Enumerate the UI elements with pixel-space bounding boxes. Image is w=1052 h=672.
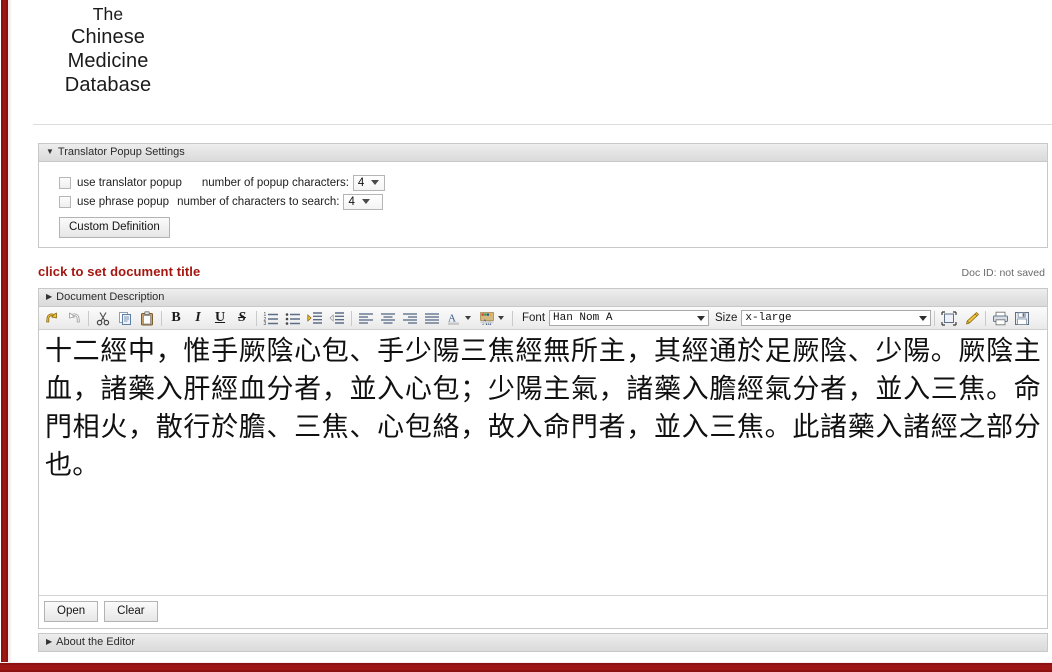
font-value: Han Nom A	[553, 312, 613, 324]
phrase-popup-option-row: use phrase popup number of characters to…	[59, 192, 1037, 211]
chevron-down-icon	[693, 311, 708, 325]
bulleted-list-icon[interactable]	[282, 308, 304, 329]
doc-id-status: Doc ID: not saved	[961, 267, 1045, 279]
save-icon[interactable]	[1011, 308, 1033, 329]
clear-button[interactable]: Clear	[104, 601, 158, 622]
text-color-dropdown-arrow[interactable]	[465, 316, 471, 320]
search-characters-label: number of characters to search:	[177, 195, 340, 208]
align-left-icon[interactable]	[355, 308, 377, 329]
editor-canvas[interactable]: 十二經中，惟手厥陰心包、手少陽三焦經無所主，其經通於足厥陰、少陽。厥陰主血，諸藥…	[39, 330, 1047, 595]
about-editor-header[interactable]: ▶ About the Editor	[39, 634, 1047, 651]
rich-text-editor: B I U S 1 2 3 A Font Han Nom A Size x-la…	[39, 307, 1047, 628]
bold-button[interactable]: B	[165, 308, 187, 329]
document-title-row: click to set document title Doc ID: not …	[38, 264, 1048, 279]
toolbar-separator	[256, 310, 257, 326]
document-description-title: Document Description	[56, 291, 165, 303]
toolbar-separator	[934, 310, 936, 326]
italic-label: I	[195, 310, 201, 325]
site-logo[interactable]: The Chinese Medicine Database	[47, 4, 169, 97]
outdent-icon[interactable]	[326, 308, 348, 329]
editor-footer: Open Clear	[39, 595, 1047, 628]
logo-line-1: The	[92, 4, 124, 24]
highlighter-pen-icon[interactable]	[960, 308, 982, 329]
strikethrough-label: S	[238, 310, 246, 325]
search-characters-select[interactable]: 4	[343, 193, 384, 210]
chevron-down-icon	[361, 199, 370, 204]
editor-toolbar: B I U S 1 2 3 A Font Han Nom A Size x-la…	[39, 307, 1047, 330]
toolbar-separator	[88, 310, 89, 326]
toolbar-separator	[161, 310, 162, 326]
fullscreen-icon[interactable]	[938, 308, 960, 329]
toolbar-separator	[351, 310, 352, 326]
redo-icon[interactable]	[63, 308, 85, 329]
logo-line-4: Database	[64, 74, 152, 96]
highlight-color-icon[interactable]: Aa	[476, 308, 498, 329]
highlight-color-dropdown-arrow[interactable]	[498, 316, 504, 320]
page-content: The Chinese Medicine Database ▼ Translato…	[11, 0, 1052, 662]
translator-settings-title: Translator Popup Settings	[57, 146, 185, 158]
chevron-right-icon: ▶	[46, 292, 53, 301]
open-button[interactable]: Open	[44, 601, 99, 622]
header-divider	[33, 124, 1052, 125]
bottom-red-rail	[0, 662, 1052, 672]
toolbar-separator	[512, 310, 513, 326]
italic-button[interactable]: I	[187, 308, 209, 329]
underline-button[interactable]: U	[209, 308, 231, 329]
translator-popup-option-row: use translator popup number of popup cha…	[59, 173, 1037, 192]
about-editor-panel: ▶ About the Editor	[38, 633, 1048, 652]
site-header: The Chinese Medicine Database	[11, 0, 1052, 126]
use-phrase-popup-checkbox[interactable]	[59, 195, 71, 208]
translator-settings-header[interactable]: ▼ Translator Popup Settings	[39, 144, 1047, 162]
print-icon[interactable]	[989, 308, 1011, 329]
use-phrase-popup-label: use phrase popup	[77, 195, 170, 208]
chevron-right-icon: ▶	[46, 637, 53, 646]
font-select[interactable]: Han Nom A	[549, 310, 710, 326]
indent-icon[interactable]	[304, 308, 326, 329]
logo-line-3: Medicine	[67, 50, 149, 72]
left-red-rail	[0, 0, 11, 672]
translator-settings-body: use translator popup number of popup cha…	[39, 162, 1047, 247]
copy-icon[interactable]	[114, 308, 136, 329]
text-color-icon[interactable]: A	[443, 308, 465, 329]
numbered-list-icon[interactable]: 1 2 3	[260, 308, 282, 329]
document-description-header[interactable]: ▶ Document Description	[39, 289, 1047, 307]
chevron-down-icon	[915, 311, 930, 325]
undo-icon[interactable]	[41, 308, 63, 329]
chevron-down-icon: ▼	[46, 147, 54, 156]
document-title[interactable]: click to set document title	[38, 264, 200, 279]
toolbar-separator	[985, 310, 987, 326]
size-select[interactable]: x-large	[741, 310, 932, 326]
underline-label: U	[214, 310, 226, 325]
document-description-panel: ▶ Document Description B I U S 1 2 3 A F…	[38, 288, 1048, 629]
search-characters-value: 4	[348, 195, 355, 208]
popup-characters-value: 4	[357, 176, 365, 189]
font-label: Font	[522, 312, 546, 324]
size-value: x-large	[745, 312, 792, 324]
size-label: Size	[715, 312, 738, 324]
document-body-text[interactable]: 十二經中，惟手厥陰心包、手少陽三焦經無所主，其經通於足厥陰、少陽。厥陰主血，諸藥…	[45, 333, 1041, 485]
about-editor-title: About the Editor	[56, 636, 136, 648]
align-center-icon[interactable]	[377, 308, 399, 329]
use-translator-popup-checkbox[interactable]	[59, 176, 71, 189]
paste-icon[interactable]	[136, 308, 158, 329]
chevron-down-icon	[371, 180, 380, 185]
translator-popup-settings-panel: ▼ Translator Popup Settings use translato…	[38, 143, 1048, 248]
use-translator-popup-label: use translator popup	[77, 176, 182, 189]
popup-characters-select[interactable]: 4	[352, 174, 385, 191]
cut-icon[interactable]	[92, 308, 114, 329]
logo-line-2: Chinese	[70, 26, 146, 48]
align-right-icon[interactable]	[399, 308, 421, 329]
popup-characters-label: number of popup characters:	[201, 176, 349, 189]
custom-definition-button[interactable]: Custom Definition	[59, 217, 170, 238]
align-justify-icon[interactable]	[421, 308, 443, 329]
strikethrough-button[interactable]: S	[231, 308, 253, 329]
bold-label: B	[171, 310, 181, 325]
svg-text:3: 3	[264, 321, 267, 325]
